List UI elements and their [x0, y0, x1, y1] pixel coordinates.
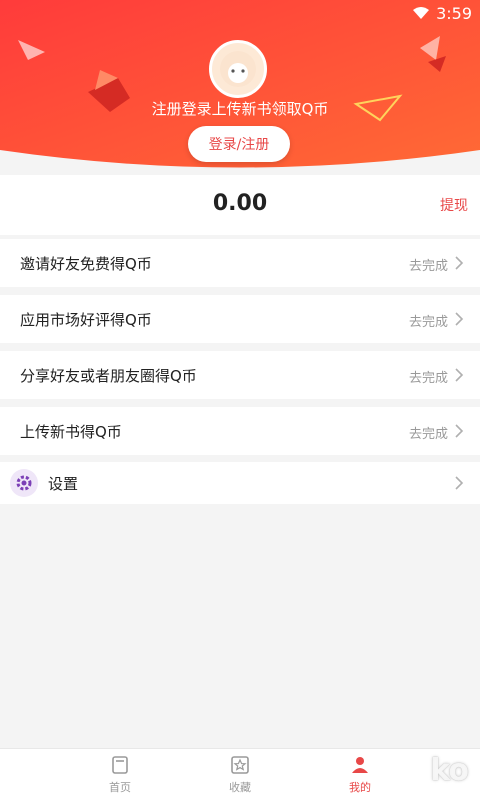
person-icon — [352, 757, 368, 773]
chevron-right-icon — [455, 476, 464, 490]
task-label: 应用市场好评得Q币 — [20, 311, 152, 329]
promo-text: 注册登录上传新书领取Q币 — [151, 100, 329, 118]
task-status: 去完成 — [408, 259, 448, 274]
tab-favorites[interactable]: 收藏 — [210, 755, 270, 799]
avatar-face-icon — [220, 51, 256, 87]
settings-label: 设置 — [48, 475, 79, 493]
star-icon — [231, 756, 249, 774]
chevron-right-icon — [455, 424, 464, 438]
gear-icon — [10, 469, 38, 497]
tab-mine[interactable]: 我的 — [330, 755, 390, 799]
balance-amount: 0.00 — [212, 191, 268, 216]
tab-home[interactable]: 首页 — [90, 755, 150, 799]
status-bar: 3:59 — [412, 2, 472, 24]
withdraw-button[interactable]: 提现 — [440, 195, 468, 215]
task-share-friends[interactable]: 分享好友或者朋友圈得Q币 去完成 — [0, 351, 480, 399]
task-status: 去完成 — [408, 315, 448, 330]
profile-header: 3:59 注册登录上传新书领取Q币 登录/注册 — [0, 0, 480, 175]
task-label: 上传新书得Q币 — [20, 423, 122, 441]
task-invite-friends[interactable]: 邀请好友免费得Q币 去完成 — [0, 239, 480, 287]
task-app-review[interactable]: 应用市场好评得Q币 去完成 — [0, 295, 480, 343]
balance-row: 0.00 提现 — [0, 175, 480, 235]
task-status: 去完成 — [408, 371, 448, 386]
tab-label: 我的 — [349, 781, 371, 794]
task-label: 分享好友或者朋友圈得Q币 — [20, 367, 197, 385]
avatar[interactable] — [209, 40, 267, 98]
bottom-tab-bar: 首页 收藏 我的 — [0, 748, 480, 801]
chevron-right-icon — [455, 256, 464, 270]
chevron-right-icon — [455, 312, 464, 326]
tab-label: 收藏 — [229, 781, 251, 794]
watermark-logo: ko — [430, 753, 469, 788]
task-status: 去完成 — [408, 427, 448, 442]
chevron-right-icon — [455, 368, 464, 382]
login-register-button[interactable]: 登录/注册 — [188, 126, 290, 162]
wifi-icon — [413, 7, 430, 19]
settings-row[interactable]: 设置 — [0, 462, 480, 504]
book-icon — [112, 756, 128, 774]
status-time: 3:59 — [436, 3, 472, 23]
task-label: 邀请好友免费得Q币 — [20, 255, 152, 273]
tab-label: 首页 — [109, 781, 131, 794]
task-upload-book[interactable]: 上传新书得Q币 去完成 — [0, 407, 480, 455]
